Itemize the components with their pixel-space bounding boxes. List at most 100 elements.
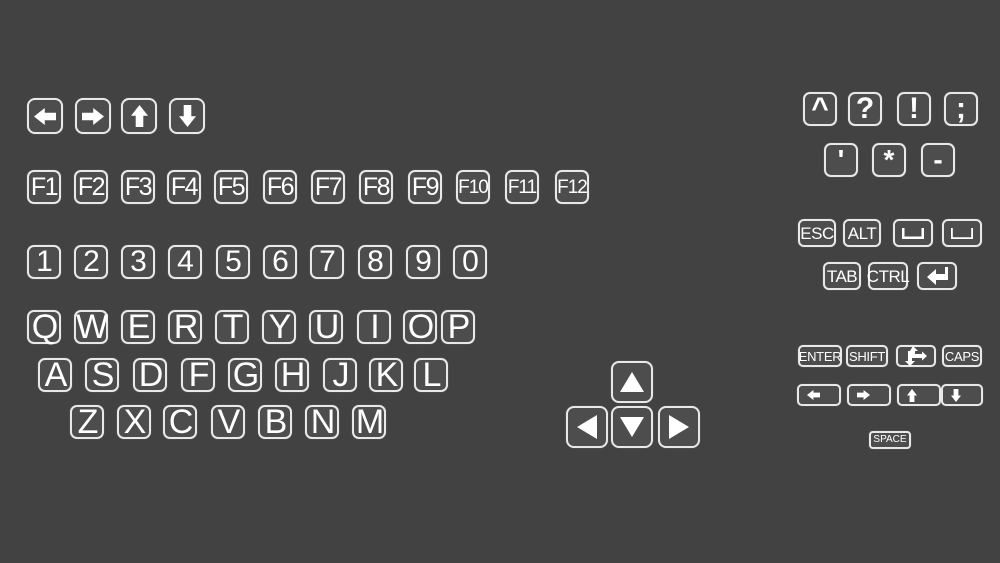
key-d-key[interactable]: D [133, 358, 167, 392]
sym-semicolon-label: ; [956, 92, 966, 125]
key-shift-key[interactable]: SHIFT [846, 345, 888, 367]
key-q-key[interactable]: Q [27, 310, 61, 344]
key-u-key[interactable]: U [309, 310, 343, 344]
digit-5-key[interactable]: 5 [216, 245, 250, 279]
arrow-left-key[interactable] [27, 98, 63, 134]
key-r-key[interactable]: R [168, 310, 202, 344]
sym-asterisk-key[interactable]: * [872, 143, 906, 177]
mini-left-key[interactable] [797, 384, 841, 406]
digit-9-key[interactable]: 9 [406, 245, 440, 279]
key-d-label: D [138, 356, 164, 394]
key-space2-key[interactable] [942, 219, 982, 247]
sym-semicolon-key[interactable]: ; [944, 92, 978, 126]
key-a-key[interactable]: A [38, 358, 72, 392]
key-swap-key[interactable] [896, 345, 936, 367]
key-l-key[interactable]: L [414, 358, 448, 392]
key-f-key[interactable]: F [181, 358, 215, 392]
key-esc-key[interactable]: ESC [798, 219, 836, 247]
f9-key[interactable]: F9 [408, 170, 442, 204]
sym-minus-label: - [933, 144, 943, 175]
dpad-left-key[interactable] [566, 406, 608, 448]
key-m-key[interactable]: M [352, 405, 386, 439]
digit-1-key[interactable]: 1 [27, 245, 61, 279]
key-h-label: H [280, 356, 306, 394]
key-p-key[interactable]: P [441, 310, 475, 344]
mini-up-key[interactable] [897, 384, 941, 406]
arrow-up-key[interactable] [121, 98, 157, 134]
key-n-key[interactable]: N [305, 405, 339, 439]
mini-right-key[interactable] [847, 384, 891, 406]
key-c-key[interactable]: C [163, 405, 197, 439]
key-s-key[interactable]: S [85, 358, 119, 392]
key-p-label: P [447, 308, 471, 346]
digit-7-key[interactable]: 7 [310, 245, 344, 279]
key-i-key[interactable]: I [357, 310, 391, 344]
digit-8-key[interactable]: 8 [358, 245, 392, 279]
key-x-key[interactable]: X [117, 405, 151, 439]
key-ctrl-key[interactable]: CTRL [867, 262, 910, 290]
dpad-up-key[interactable] [611, 361, 653, 403]
f11-key[interactable]: F11 [505, 170, 539, 204]
digit-8-label: 8 [367, 245, 384, 278]
mini-down-key[interactable] [941, 384, 983, 406]
dpad-down-key[interactable] [611, 406, 653, 448]
key-space1-key[interactable] [893, 219, 933, 247]
digit-2-key[interactable]: 2 [74, 245, 108, 279]
f5-key[interactable]: F5 [214, 170, 248, 204]
sym-minus-key[interactable]: - [921, 143, 955, 177]
f1-key[interactable]: F1 [27, 170, 61, 204]
key-j-label: J [332, 356, 350, 394]
virtual-keyboard-board: F1 F2 F3 F4 F5 F6 F7 F8 F9 F10 F11 F12 1 2 3 4 5 6 7 8 9 0 Q W E… [0, 0, 1000, 563]
key-j-key[interactable]: J [323, 358, 357, 392]
key-b-key[interactable]: B [258, 405, 292, 439]
key-tab-key[interactable]: TAB [823, 262, 861, 290]
key-enter-arrow-key[interactable] [917, 262, 957, 290]
key-k-key[interactable]: K [369, 358, 403, 392]
f3-key[interactable]: F3 [121, 170, 155, 204]
sym-apostrophe-key[interactable]: ' [824, 143, 858, 177]
key-alt-key[interactable]: ALT [843, 219, 881, 247]
f4-key[interactable]: F4 [167, 170, 201, 204]
f10-key[interactable]: F10 [456, 170, 490, 204]
sym-caret-key[interactable]: ^ [803, 92, 837, 126]
dpad-right-key[interactable] [658, 406, 700, 448]
key-t-key[interactable]: T [215, 310, 249, 344]
key-g-label: G [232, 356, 259, 394]
key-space-key[interactable]: SPACE [869, 431, 911, 449]
triangle-right-icon [667, 414, 691, 440]
sym-exclaim-key[interactable]: ! [897, 92, 931, 126]
key-e-key[interactable]: E [121, 310, 155, 344]
f8-key[interactable]: F8 [359, 170, 393, 204]
key-caps-key[interactable]: CAPS [942, 345, 982, 367]
key-z-key[interactable]: Z [70, 405, 104, 439]
key-alt-label: ALT [847, 223, 877, 243]
key-enter-key[interactable]: ENTER [798, 345, 842, 367]
key-l-label: L [422, 356, 442, 394]
key-i-label: I [370, 308, 380, 346]
sym-caret-label: ^ [811, 92, 829, 125]
digit-4-key[interactable]: 4 [168, 245, 202, 279]
key-y-key[interactable]: Y [262, 310, 296, 344]
key-shift-label: SHIFT [848, 348, 886, 364]
key-h-key[interactable]: H [275, 358, 309, 392]
arrow-right-key[interactable] [75, 98, 111, 134]
digit-3-key[interactable]: 3 [121, 245, 155, 279]
underscore-bar-icon [949, 226, 975, 241]
key-v-key[interactable]: V [211, 405, 245, 439]
f2-key[interactable]: F2 [74, 170, 108, 204]
key-n-label: N [310, 403, 336, 441]
digit-6-key[interactable]: 6 [263, 245, 297, 279]
key-o-key[interactable]: O [403, 310, 437, 344]
arrow-down-key[interactable] [169, 98, 205, 134]
arrow-up-icon [130, 104, 149, 128]
f6-key[interactable]: F6 [263, 170, 297, 204]
key-w-key[interactable]: W [74, 310, 108, 344]
digit-0-key[interactable]: 0 [453, 245, 487, 279]
sym-question-key[interactable]: ? [848, 92, 882, 126]
f12-key[interactable]: F12 [555, 170, 589, 204]
key-g-key[interactable]: G [228, 358, 262, 392]
key-o-label: O [407, 308, 434, 346]
key-f-label: F [188, 356, 210, 394]
key-u-label: U [314, 308, 340, 346]
f7-key[interactable]: F7 [311, 170, 345, 204]
